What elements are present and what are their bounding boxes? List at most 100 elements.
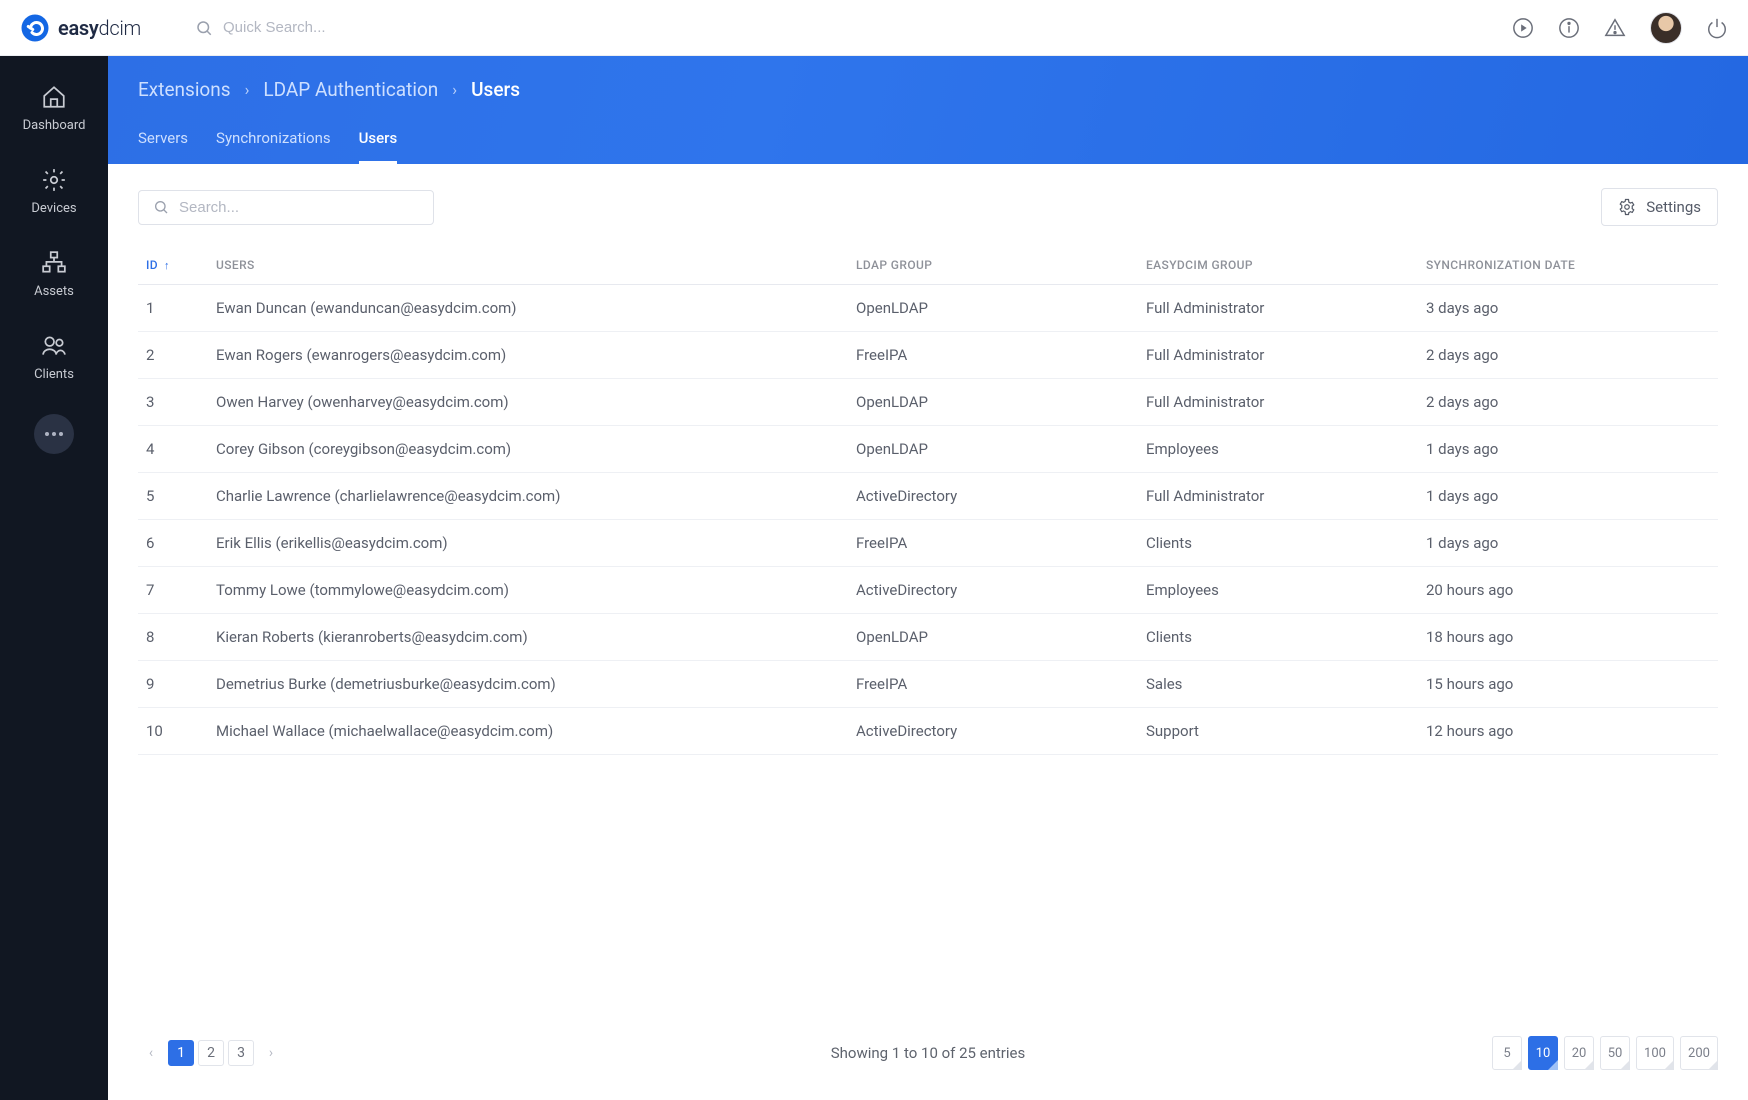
- sidebar-item-devices[interactable]: Devices: [0, 153, 108, 230]
- info-icon[interactable]: [1558, 17, 1580, 39]
- settings-button[interactable]: Settings: [1601, 188, 1718, 226]
- table-row[interactable]: 9Demetrius Burke (demetriusburke@easydci…: [138, 661, 1718, 708]
- gear-icon: [1618, 198, 1636, 216]
- quick-search-input[interactable]: [223, 19, 463, 36]
- cell-user: Ewan Rogers (ewanrogers@easydcim.com): [208, 332, 848, 379]
- page-header: Extensions › LDAP Authentication › Users…: [108, 56, 1748, 164]
- table-row[interactable]: 6Erik Ellis (erikellis@easydcim.com)Free…: [138, 520, 1718, 567]
- table-row[interactable]: 7Tommy Lowe (tommylowe@easydcim.com)Acti…: [138, 567, 1718, 614]
- logo-text: easydcim: [58, 16, 141, 40]
- breadcrumb-ldap-auth[interactable]: LDAP Authentication: [263, 78, 438, 101]
- cell-id: 1: [138, 285, 208, 332]
- page-size-button[interactable]: 5: [1492, 1036, 1522, 1070]
- cell-id: 5: [138, 473, 208, 520]
- table-row[interactable]: 2Ewan Rogers (ewanrogers@easydcim.com)Fr…: [138, 332, 1718, 379]
- col-header-users[interactable]: USERS: [208, 246, 848, 285]
- cell-ldap-group: OpenLDAP: [848, 426, 1138, 473]
- col-header-id[interactable]: ID↑: [138, 246, 208, 285]
- chevron-right-icon: ›: [452, 80, 457, 99]
- topbar: easydcim: [0, 0, 1748, 56]
- table-footer: ‹ 123 › Showing 1 to 10 of 25 entries 51…: [108, 1016, 1748, 1100]
- table-row[interactable]: 8Kieran Roberts (kieranroberts@easydcim.…: [138, 614, 1718, 661]
- cell-id: 2: [138, 332, 208, 379]
- table-search-input[interactable]: [179, 199, 419, 216]
- sidebar-item-assets[interactable]: Assets: [0, 236, 108, 313]
- cell-user: Erik Ellis (erikellis@easydcim.com): [208, 520, 848, 567]
- search-icon: [195, 19, 213, 37]
- tab-servers[interactable]: Servers: [138, 129, 188, 164]
- cell-sync-date: 2 days ago: [1418, 332, 1718, 379]
- sidebar-item-dashboard[interactable]: Dashboard: [0, 70, 108, 147]
- cell-ldap-group: ActiveDirectory: [848, 708, 1138, 755]
- cell-ldap-group: OpenLDAP: [848, 614, 1138, 661]
- cell-user: Ewan Duncan (ewanduncan@easydcim.com): [208, 285, 848, 332]
- breadcrumb-current: Users: [471, 78, 520, 101]
- sidebar: Dashboard Devices Assets Clients: [0, 56, 108, 1100]
- table-row[interactable]: 10Michael Wallace (michaelwallace@easydc…: [138, 708, 1718, 755]
- sidebar-item-clients[interactable]: Clients: [0, 319, 108, 396]
- users-table-wrap: ID↑ USERS LDAP GROUP EASYDCIM GROUP SYNC…: [108, 240, 1748, 1016]
- cell-id: 8: [138, 614, 208, 661]
- tabs: Servers Synchronizations Users: [108, 111, 1748, 164]
- table-row[interactable]: 3Owen Harvey (owenharvey@easydcim.com)Op…: [138, 379, 1718, 426]
- cell-sync-date: 18 hours ago: [1418, 614, 1718, 661]
- page-next-button[interactable]: ›: [258, 1040, 284, 1066]
- warning-icon[interactable]: [1604, 17, 1626, 39]
- cell-id: 3: [138, 379, 208, 426]
- power-icon[interactable]: [1706, 17, 1728, 39]
- cell-sync-date: 12 hours ago: [1418, 708, 1718, 755]
- cell-easydcim-group: Support: [1138, 708, 1418, 755]
- cell-ldap-group: FreeIPA: [848, 332, 1138, 379]
- page-size-button[interactable]: 10: [1528, 1036, 1558, 1070]
- breadcrumb-extensions[interactable]: Extensions: [138, 78, 231, 101]
- search-icon: [153, 199, 169, 215]
- cell-user: Demetrius Burke (demetriusburke@easydcim…: [208, 661, 848, 708]
- cell-easydcim-group: Employees: [1138, 426, 1418, 473]
- cell-sync-date: 1 days ago: [1418, 473, 1718, 520]
- cell-ldap-group: OpenLDAP: [848, 379, 1138, 426]
- page-button[interactable]: 2: [198, 1040, 224, 1066]
- cell-user: Charlie Lawrence (charlielawrence@easydc…: [208, 473, 848, 520]
- play-icon[interactable]: [1512, 17, 1534, 39]
- avatar[interactable]: [1650, 12, 1682, 44]
- sidebar-item-label: Dashboard: [23, 118, 86, 133]
- page-size-button[interactable]: 100: [1636, 1036, 1674, 1070]
- page-size-button[interactable]: 200: [1680, 1036, 1718, 1070]
- page-button[interactable]: 1: [168, 1040, 194, 1066]
- page-size-button[interactable]: 20: [1564, 1036, 1594, 1070]
- cell-ldap-group: FreeIPA: [848, 520, 1138, 567]
- page-size-button[interactable]: 50: [1600, 1036, 1630, 1070]
- logo[interactable]: easydcim: [20, 13, 141, 43]
- table-row[interactable]: 4Corey Gibson (coreygibson@easydcim.com)…: [138, 426, 1718, 473]
- page-button[interactable]: 3: [228, 1040, 254, 1066]
- cell-ldap-group: ActiveDirectory: [848, 473, 1138, 520]
- cell-easydcim-group: Full Administrator: [1138, 379, 1418, 426]
- page-prev-button[interactable]: ‹: [138, 1040, 164, 1066]
- table-row[interactable]: 1Ewan Duncan (ewanduncan@easydcim.com)Op…: [138, 285, 1718, 332]
- col-header-easydcim-group[interactable]: EASYDCIM GROUP: [1138, 246, 1418, 285]
- tab-synchronizations[interactable]: Synchronizations: [216, 129, 331, 164]
- cell-easydcim-group: Sales: [1138, 661, 1418, 708]
- cell-sync-date: 20 hours ago: [1418, 567, 1718, 614]
- cell-easydcim-group: Full Administrator: [1138, 285, 1418, 332]
- cell-sync-date: 1 days ago: [1418, 426, 1718, 473]
- table-row[interactable]: 5Charlie Lawrence (charlielawrence@easyd…: [138, 473, 1718, 520]
- cell-easydcim-group: Full Administrator: [1138, 473, 1418, 520]
- users-table: ID↑ USERS LDAP GROUP EASYDCIM GROUP SYNC…: [138, 246, 1718, 755]
- cell-user: Tommy Lowe (tommylowe@easydcim.com): [208, 567, 848, 614]
- cell-id: 9: [138, 661, 208, 708]
- table-search[interactable]: [138, 190, 434, 225]
- cell-id: 6: [138, 520, 208, 567]
- sidebar-more-button[interactable]: [34, 414, 74, 454]
- tab-users[interactable]: Users: [359, 129, 398, 164]
- cell-easydcim-group: Clients: [1138, 520, 1418, 567]
- settings-label: Settings: [1646, 198, 1701, 216]
- quick-search[interactable]: [195, 19, 463, 37]
- col-header-sync-date[interactable]: SYNCHRONIZATION DATE: [1418, 246, 1718, 285]
- topbar-right: [1512, 12, 1728, 44]
- logo-icon: [20, 13, 50, 43]
- gear-icon: [41, 167, 67, 193]
- cell-ldap-group: ActiveDirectory: [848, 567, 1138, 614]
- col-header-ldap-group[interactable]: LDAP GROUP: [848, 246, 1138, 285]
- cell-easydcim-group: Employees: [1138, 567, 1418, 614]
